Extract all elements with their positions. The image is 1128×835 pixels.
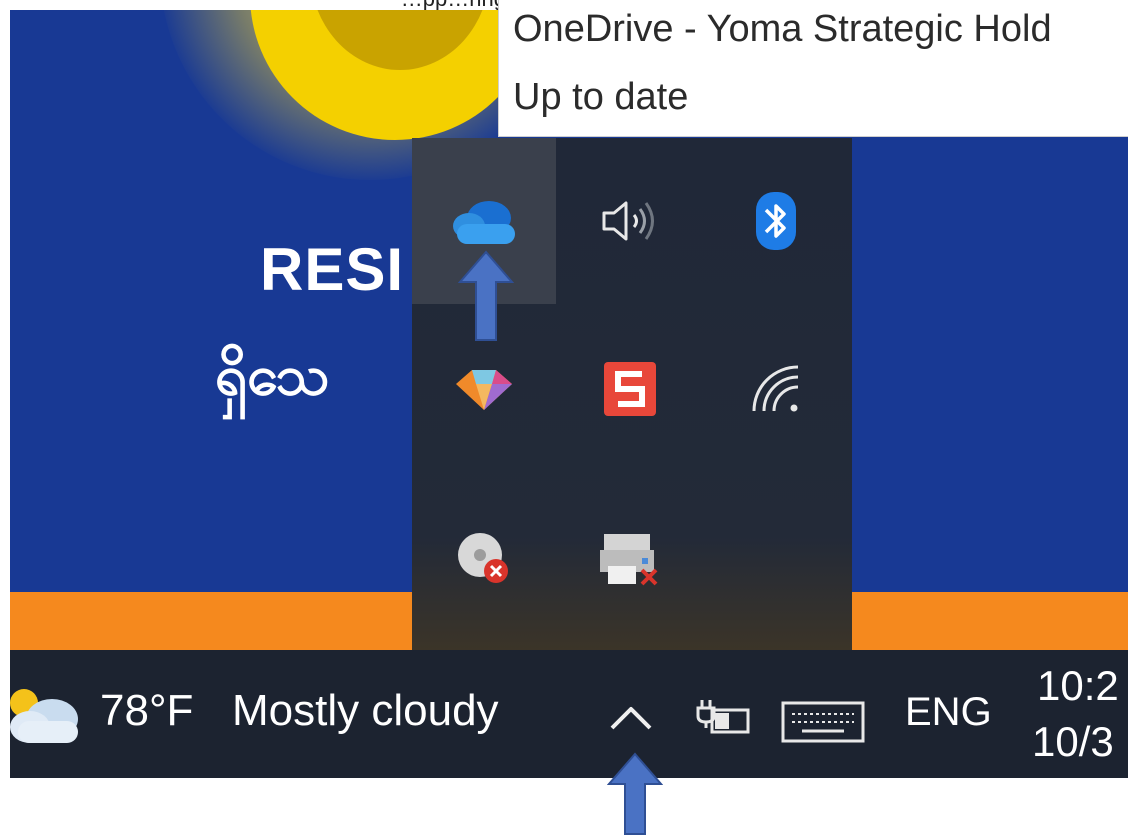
weather-temperature[interactable]: 78°F [100,686,193,736]
tray-item-wifi[interactable] [704,306,848,472]
annotation-arrow-up-onedrive-icon [458,250,514,341]
show-hidden-icons-chevron-icon[interactable] [606,702,656,734]
input-language-indicator[interactable]: ENG [905,690,992,735]
wallpaper-subtext: ရှိသေ [215,343,330,408]
bluetooth-icon [756,192,796,250]
clock-date[interactable]: 10/3 [1032,718,1114,766]
tooltip-status: Up to date [513,76,689,118]
snagit-icon [604,362,656,416]
wallpaper-heading: RESI [260,236,405,303]
onedrive-icon [453,201,515,244]
annotation-arrow-up-chevron-icon [607,752,663,835]
gem-app-icon [456,370,512,410]
partly-cloudy-icon[interactable] [10,685,90,745]
tray-item-snagit[interactable] [558,306,702,472]
disconnected-disk-icon [458,533,508,583]
touch-keyboard-icon[interactable] [780,700,866,744]
weather-condition[interactable]: Mostly cloudy [232,686,499,736]
speaker-icon [602,201,654,241]
tooltip-title: OneDrive - Yoma Strategic Hold [513,8,1052,50]
tray-item-bluetooth[interactable] [704,138,848,304]
printer-error-icon [600,534,658,586]
tray-item-printer-error[interactable] [558,474,702,640]
tray-overflow-flyout [412,138,852,650]
clock-time[interactable]: 10:2 [1037,662,1119,710]
tray-item-volume[interactable] [558,138,702,304]
wifi-icon [752,365,799,412]
tray-item-disk-error[interactable] [412,474,556,640]
battery-charging-icon[interactable] [692,698,754,738]
onedrive-tooltip: OneDrive - Yoma Strategic Hold Up to dat… [498,0,1128,137]
taskbar: 78°F Mostly cloudy ENG 10:2 10/3 [10,650,1128,778]
